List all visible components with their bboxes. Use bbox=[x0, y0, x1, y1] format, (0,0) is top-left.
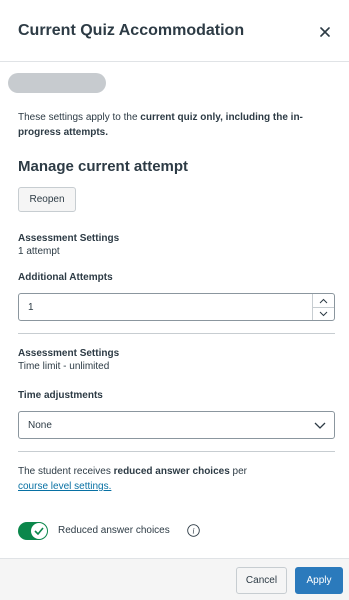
student-name-placeholder bbox=[8, 73, 106, 93]
course-level-settings-link[interactable]: course level settings. bbox=[18, 481, 111, 492]
divider bbox=[18, 451, 335, 452]
chevron-up-icon bbox=[319, 298, 328, 303]
time-settings-heading: Assessment Settings bbox=[18, 348, 120, 359]
svg-text:i: i bbox=[192, 527, 194, 536]
check-icon bbox=[34, 527, 44, 535]
attempts-summary: 1 attempt bbox=[18, 246, 60, 257]
increment-button[interactable] bbox=[313, 294, 334, 307]
additional-attempts-value: 1 bbox=[28, 302, 34, 313]
cancel-button[interactable]: Cancel bbox=[236, 567, 287, 594]
manage-attempt-title: Manage current attempt bbox=[18, 158, 189, 175]
modal-title: Current Quiz Accommodation bbox=[18, 22, 245, 39]
close-icon bbox=[320, 27, 330, 37]
info-prefix: These settings apply to the bbox=[18, 112, 141, 123]
reduced-answer-choices-toggle[interactable] bbox=[18, 522, 48, 540]
time-adjustments-value: None bbox=[28, 420, 52, 431]
reduced-suffix: per bbox=[229, 466, 248, 477]
decrement-button[interactable] bbox=[313, 307, 334, 320]
reopen-button[interactable]: Reopen bbox=[18, 187, 76, 212]
close-button[interactable] bbox=[313, 20, 337, 44]
apply-button[interactable]: Apply bbox=[295, 567, 343, 594]
attempts-stepper bbox=[312, 294, 334, 320]
divider bbox=[18, 333, 335, 334]
chevron-down-icon bbox=[314, 422, 326, 429]
reduced-prefix: The student receives bbox=[18, 466, 114, 477]
attempts-settings-heading: Assessment Settings bbox=[18, 233, 120, 244]
settings-info-text: These settings apply to the current quiz… bbox=[18, 110, 336, 140]
reduced-bold: reduced answer choices bbox=[113, 466, 230, 477]
additional-attempts-input[interactable]: 1 bbox=[18, 293, 335, 321]
toggle-knob bbox=[31, 523, 47, 539]
reduced-answer-choices-label: Reduced answer choices bbox=[58, 525, 170, 536]
chevron-down-icon bbox=[319, 311, 328, 317]
info-icon[interactable]: i bbox=[187, 524, 200, 537]
modal-header: Current Quiz Accommodation bbox=[0, 0, 349, 62]
reduced-answers-note: The student receives reduced answer choi… bbox=[18, 464, 336, 494]
additional-attempts-label: Additional Attempts bbox=[18, 272, 113, 283]
time-limit-summary: Time limit - unlimited bbox=[18, 361, 110, 372]
time-adjustments-label: Time adjustments bbox=[18, 390, 103, 401]
modal-footer: Cancel Apply bbox=[0, 558, 349, 600]
time-adjustments-select[interactable]: None bbox=[18, 411, 335, 439]
